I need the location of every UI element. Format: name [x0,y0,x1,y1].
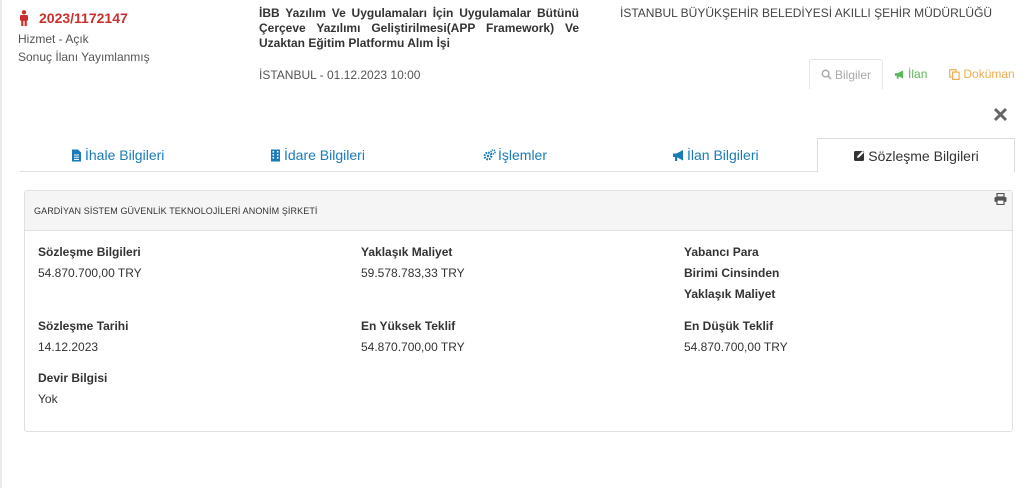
company-name: GARDİYAN SİSTEM GÜVENLİK TEKNOLOJİLERİ A… [34,206,318,216]
quick-tab-label: Doküman [963,67,1015,81]
tab-idare-bilgileri[interactable]: İdare Bilgileri [269,138,365,172]
field-en-dusuk-teklif: En Düşük Teklif 54.870.700,00 TRY [684,316,788,358]
field-label: Sözleşme Bilgileri [38,245,141,259]
tab-label: İhale Bilgileri [85,147,165,163]
field-label-line: Birimi Cinsinden [684,266,780,280]
tab-label: İşlemler [498,147,548,163]
quick-tab-dokuman[interactable]: Doküman [938,59,1025,89]
print-icon[interactable] [994,193,1007,205]
left-border [0,0,2,488]
field-label-line: Yabancı Para [684,245,759,259]
tender-status: Sonuç İlanı Yayımlanmış [18,50,150,64]
tender-title-block: İBB Yazılım Ve Uygulamaları İçin Uygulam… [259,6,579,51]
cogs-icon [483,148,496,160]
bullhorn-icon [894,69,904,79]
field-label: Yaklaşık Maliyet [361,245,453,259]
location-date: İSTANBUL - 01.12.2023 10:00 [259,68,421,82]
field-yaklasik-maliyet: Yaklaşık Maliyet 59.578.783,33 TRY [361,242,465,284]
tab-label: İlan Bilgileri [687,147,759,163]
contract-panel: GARDİYAN SİSTEM GÜVENLİK TEKNOLOJİLERİ A… [24,190,1013,432]
quick-tabs: Bilgiler İlan Doküman [809,59,1026,89]
tender-title: İBB Yazılım Ve Uygulamaları İçin Uygulam… [259,6,579,50]
field-sozlesme-tarihi: Sözleşme Tarihi 14.12.2023 [38,316,128,358]
field-value: 54.870.700,00 TRY [361,340,465,354]
tender-type: Hizmet - Açık [18,32,89,46]
panel-header: GARDİYAN SİSTEM GÜVENLİK TEKNOLOJİLERİ A… [25,191,1012,231]
field-label-line: Yaklaşık Maliyet [684,287,776,301]
field-devir-bilgisi: Devir Bilgisi Yok [38,368,107,410]
field-label: En Yüksek Teklif [361,319,456,333]
authority-name: İSTANBUL BÜYÜKŞEHİR BELEDİYESİ AKILLI ŞE… [620,6,993,20]
search-icon [821,69,832,80]
edit-icon [854,151,865,161]
quick-tab-bilgiler[interactable]: Bilgiler [809,59,884,89]
field-value: Yok [38,392,58,406]
quick-tab-ilan[interactable]: İlan [883,59,938,89]
field-value: 14.12.2023 [38,340,99,354]
field-en-yuksek-teklif: En Yüksek Teklif 54.870.700,00 TRY [361,316,465,358]
field-label: En Düşük Teklif [684,319,774,333]
field-value: 59.578.783,33 TRY [361,266,465,280]
field-label: Devir Bilgisi [38,371,108,385]
person-icon [20,10,28,26]
quick-tab-label: İlan [908,67,928,81]
tab-label: Sözleşme Bilgileri [868,147,979,164]
field-sozlesme-bedeli: Sözleşme Bilgileri 54.870.700,00 TRY [38,242,142,284]
tab-sozlesme-bilgileri[interactable]: Sözleşme Bilgileri [817,138,1015,173]
ikn-number: 2023/1172147 [39,10,128,26]
tab-ihale-bilgileri[interactable]: İhale Bilgileri [70,138,164,172]
tab-label: İdare Bilgileri [284,147,365,163]
tender-summary: 2023/1172147 Hizmet - Açık Sonuç İlanı Y… [18,10,150,64]
close-icon[interactable] [992,106,1009,123]
field-label: Sözleşme Tarihi [38,319,129,333]
quick-tab-label: Bilgiler [835,67,872,82]
field-value: 54.870.700,00 TRY [38,266,142,280]
file-text-icon [72,149,81,161]
main-tabs: İhale Bilgileri İdare Bilgileri İşlemler… [20,138,1015,173]
copy-icon [949,68,961,80]
field-yabanci-para: Yabancı Para Birimi Cinsinden Yaklaşık M… [684,242,779,305]
tab-islemler[interactable]: İşlemler [483,138,547,172]
bullhorn-icon [673,149,683,161]
building-icon [271,149,280,161]
tab-ilan-bilgileri[interactable]: İlan Bilgileri [672,138,759,172]
field-value: 54.870.700,00 TRY [684,340,788,354]
